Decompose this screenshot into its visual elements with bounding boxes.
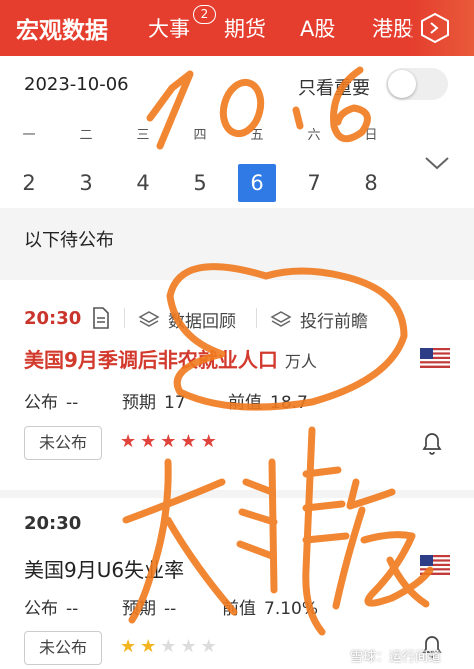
pending-section-title: 以下待公布 [24, 230, 114, 251]
event-title[interactable]: 美国9月季调后非农就业人口 万人 [24, 344, 317, 373]
forecast-field: 预期 17 [122, 393, 186, 413]
weekday-fri: 五 [250, 128, 264, 143]
section-header: 以下待公布 [0, 208, 474, 264]
day-8[interactable]: 8 [352, 164, 390, 202]
importance-stars: ★ ★ ★ ★ ★ [120, 637, 217, 657]
day-3[interactable]: 3 [67, 164, 105, 202]
importance-stars: ★ ★ ★ ★ ★ [120, 432, 217, 452]
bell-icon[interactable] [420, 430, 444, 456]
star-icon: ★ [200, 636, 217, 657]
tab-macro-data[interactable]: 宏观数据 [16, 11, 108, 45]
current-date: 2023-10-06 [24, 74, 129, 95]
previous-field: 前值 18.7 [228, 393, 308, 413]
watermark: 雪球：运行间道 [350, 650, 442, 665]
event-card[interactable]: 20:30 美国9月U6失业率 公布 -- 预期 -- 前值 7.10% 未公布 ★ ★… [0, 498, 474, 669]
star-icon: ★ [160, 636, 177, 657]
star-icon: ★ [140, 636, 157, 657]
more-tabs-button[interactable] [410, 0, 474, 56]
us-flag-icon [420, 555, 450, 575]
event-time: 20:30 [24, 308, 82, 329]
tab-futures[interactable]: 期货 [224, 13, 266, 43]
document-icon[interactable] [92, 307, 110, 329]
status-badge: 未公布 [24, 631, 102, 665]
toggle-knob [388, 70, 416, 98]
day-5[interactable]: 5 [181, 164, 219, 202]
event-title-text: 美国9月季调后非农就业人口 [24, 348, 278, 372]
star-icon: ★ [160, 431, 177, 452]
star-icon: ★ [120, 431, 137, 452]
layers-icon [138, 310, 160, 327]
important-only-label: 只看重要 [298, 78, 370, 99]
star-icon: ★ [180, 431, 197, 452]
weekday-mon: 一 [22, 128, 36, 143]
day-4[interactable]: 4 [124, 164, 162, 202]
previous-field: 前值 7.10% [222, 599, 319, 619]
weekday-wed: 三 [136, 128, 150, 143]
divider [256, 308, 257, 328]
top-nav: 宏观数据 大事 2 期货 A股 港股 [0, 0, 474, 56]
status-badge: 未公布 [24, 426, 102, 460]
hexagon-chevron-icon [421, 12, 449, 44]
star-icon: ★ [140, 431, 157, 452]
star-icon: ★ [200, 431, 217, 452]
publish-field: 公布 -- [24, 599, 79, 619]
weekday-sun: 日 [364, 128, 378, 143]
data-review-label: 数据回顾 [168, 312, 236, 332]
event-unit: 万人 [284, 352, 317, 371]
weekday-thu: 四 [193, 128, 207, 143]
layers-icon [270, 310, 292, 327]
day-6-selected[interactable]: 6 [238, 164, 276, 202]
forecast-field: 预期 -- [122, 599, 177, 619]
tab-events[interactable]: 大事 [148, 13, 190, 43]
tab-a-shares[interactable]: A股 [300, 13, 335, 43]
weekday-tue: 二 [79, 128, 93, 143]
bank-preview-label: 投行前瞻 [300, 312, 368, 332]
day-7[interactable]: 7 [295, 164, 333, 202]
star-icon: ★ [120, 636, 137, 657]
weekday-sat: 六 [307, 128, 321, 143]
us-flag-icon [420, 348, 450, 368]
bank-preview-link[interactable]: 投行前瞻 [270, 307, 368, 332]
divider [124, 308, 125, 328]
important-only-toggle[interactable] [386, 68, 448, 100]
day-2[interactable]: 2 [10, 164, 48, 202]
star-icon: ★ [180, 636, 197, 657]
tab-hk-shares[interactable]: 港股 [372, 13, 414, 43]
calendar-panel: 2023-10-06 只看重要 一 二 三 四 五 六 日 2 3 4 5 6 … [0, 56, 474, 208]
chevron-down-icon[interactable] [424, 156, 450, 170]
event-time: 20:30 [24, 513, 82, 534]
data-review-link[interactable]: 数据回顾 [138, 307, 236, 332]
event-card[interactable]: 20:30 数据回顾 投行前瞻 美国9月季调后非农就业人口 万人 公布 -- 预期… [0, 280, 474, 490]
events-badge: 2 [193, 5, 216, 24]
event-title[interactable]: 美国9月U6失业率 [24, 554, 184, 583]
publish-field: 公布 -- [24, 393, 79, 413]
